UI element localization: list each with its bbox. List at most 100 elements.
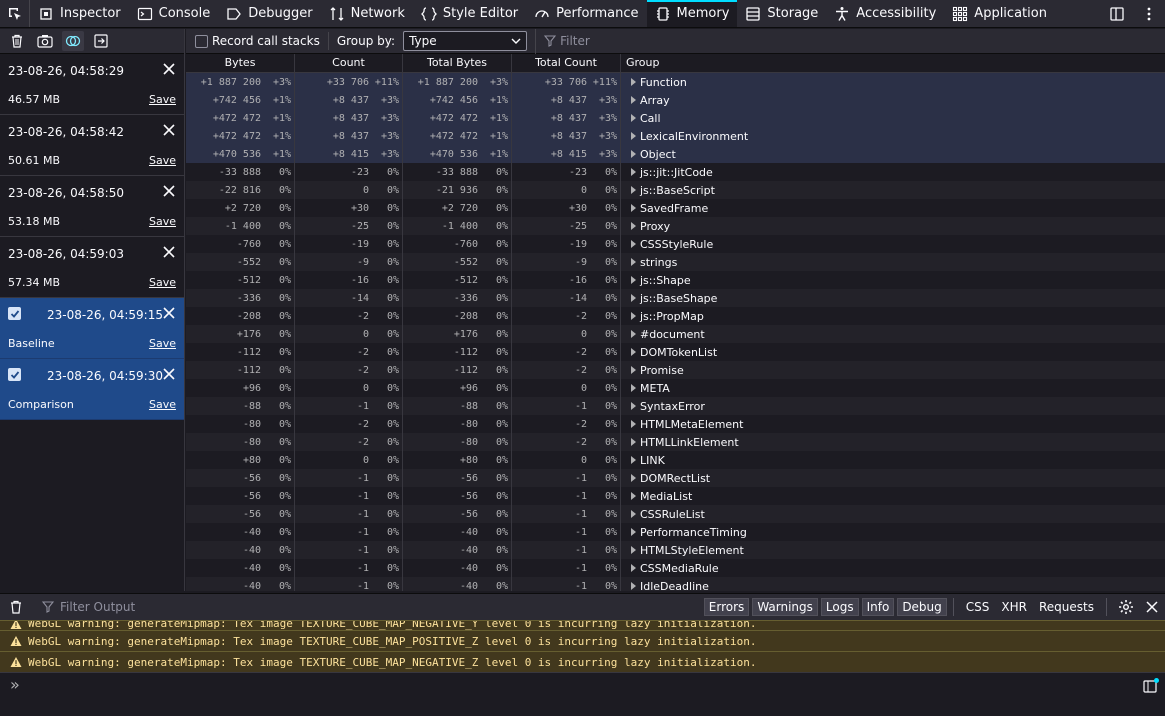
tab-storage[interactable]: Storage (737, 0, 826, 27)
record-call-stacks-toggle[interactable]: Record call stacks (195, 34, 320, 48)
table-row[interactable]: -1 400 0% -25 0% -1 400 0% -25 0% Proxy (186, 217, 1165, 235)
table-row[interactable]: +2 720 0% +30 0% +2 720 0% +30 0% SavedFrame (186, 199, 1165, 217)
record-call-stacks-checkbox[interactable] (195, 34, 208, 48)
table-row[interactable]: +176 0% 0 0% +176 0% 0 0% #document (186, 325, 1165, 343)
close-icon[interactable] (163, 368, 175, 380)
expand-arrow-icon[interactable] (631, 564, 636, 572)
table-row[interactable]: -40 0% -1 0% -40 0% -1 0% PerformanceTiming (186, 523, 1165, 541)
table-row[interactable]: -80 0% -2 0% -80 0% -2 0% HTMLLinkElement (186, 433, 1165, 451)
table-row[interactable]: -40 0% -1 0% -40 0% -1 0% CSSMediaRule (186, 559, 1165, 577)
table-row[interactable]: -80 0% -2 0% -80 0% -2 0% HTMLMetaElement (186, 415, 1165, 433)
table-row[interactable]: -33 888 0% -23 0% -33 888 0% -23 0% js::jit::Jit… (186, 163, 1165, 181)
table-row[interactable]: +96 0% 0 0% +96 0% 0 0% META (186, 379, 1165, 397)
expand-arrow-icon[interactable] (631, 546, 636, 554)
census-filter[interactable]: Filter (535, 29, 1165, 54)
snapshot-item[interactable]: 23-08-26, 04:58:42 50.61 MB Save (0, 115, 184, 176)
close-icon[interactable] (163, 246, 175, 258)
group-by-select[interactable]: Type (403, 31, 528, 51)
close-console-button[interactable] (1139, 601, 1165, 613)
table-row[interactable]: +80 0% 0 0% +80 0% 0 0% LINK (186, 451, 1165, 469)
expand-arrow-icon[interactable] (631, 348, 636, 356)
tab-application[interactable]: Application (944, 0, 1055, 27)
more-options-button[interactable] (1133, 0, 1165, 28)
snapshot-item[interactable]: 23-08-26, 04:58:50 53.18 MB Save (0, 176, 184, 237)
close-icon[interactable] (163, 307, 175, 319)
table-row[interactable]: +472 472 +1% +8 437 +3% +472 472 +1% +8 437 +3%… (186, 109, 1165, 127)
expand-arrow-icon[interactable] (631, 492, 636, 500)
column-header-total-count[interactable]: Total Count (512, 54, 621, 72)
snapshot-save-link[interactable]: Save (149, 93, 176, 106)
expand-arrow-icon[interactable] (631, 96, 636, 104)
tab-inspector[interactable]: Inspector (30, 0, 129, 27)
table-row[interactable]: -56 0% -1 0% -56 0% -1 0% MediaList (186, 487, 1165, 505)
table-row[interactable]: -56 0% -1 0% -56 0% -1 0% CSSRuleList (186, 505, 1165, 523)
table-row[interactable]: -112 0% -2 0% -112 0% -2 0% Promise (186, 361, 1165, 379)
chip-errors[interactable]: Errors (703, 598, 750, 616)
expand-arrow-icon[interactable] (631, 114, 636, 122)
console-settings-button[interactable] (1113, 599, 1139, 615)
expand-arrow-icon[interactable] (631, 510, 636, 518)
expand-arrow-icon[interactable] (631, 366, 636, 374)
editor-mode-icon[interactable] (1143, 678, 1159, 694)
column-header-bytes[interactable]: Bytes (186, 54, 295, 72)
table-row[interactable]: -56 0% -1 0% -56 0% -1 0% DOMRectList (186, 469, 1165, 487)
census-filter-input[interactable]: Filter (560, 34, 590, 48)
table-row[interactable]: -208 0% -2 0% -208 0% -2 0% js::PropMap (186, 307, 1165, 325)
tab-style-editor[interactable]: Style Editor (413, 0, 526, 27)
snapshot-save-link[interactable]: Save (149, 154, 176, 167)
column-header-count[interactable]: Count (295, 54, 403, 72)
snapshot-save-link[interactable]: Save (149, 337, 176, 350)
snapshot-item[interactable]: 23-08-26, 04:59:03 57.34 MB Save (0, 237, 184, 298)
import-snapshot-button[interactable] (90, 31, 112, 51)
expand-arrow-icon[interactable] (631, 186, 636, 194)
column-header-total-bytes[interactable]: Total Bytes (403, 54, 512, 72)
tab-debugger[interactable]: Debugger (218, 0, 320, 27)
expand-arrow-icon[interactable] (631, 168, 636, 176)
expand-arrow-icon[interactable] (631, 312, 636, 320)
tab-network[interactable]: Network (321, 0, 413, 27)
expand-arrow-icon[interactable] (631, 204, 636, 212)
expand-arrow-icon[interactable] (631, 420, 636, 428)
chip-logs[interactable]: Logs (820, 598, 859, 616)
snapshot-save-link[interactable]: Save (149, 215, 176, 228)
snapshot-item[interactable]: 23-08-26, 04:59:15 Baseline Save (0, 298, 184, 359)
dock-options-button[interactable] (1101, 0, 1133, 28)
expand-arrow-icon[interactable] (631, 132, 636, 140)
snapshot-item[interactable]: 23-08-26, 04:58:29 46.57 MB Save (0, 54, 184, 115)
expand-arrow-icon[interactable] (631, 474, 636, 482)
expand-arrow-icon[interactable] (631, 438, 636, 446)
console-input[interactable]: » (0, 672, 1165, 716)
console-filter[interactable]: Filter Output (32, 600, 701, 614)
expand-arrow-icon[interactable] (631, 222, 636, 230)
expand-arrow-icon[interactable] (631, 402, 636, 410)
table-row[interactable]: -336 0% -14 0% -336 0% -14 0% js::BaseShape (186, 289, 1165, 307)
table-row[interactable]: -760 0% -19 0% -760 0% -19 0% CSSStyleRule (186, 235, 1165, 253)
chip-debug[interactable]: Debug (897, 598, 947, 616)
table-row[interactable]: +470 536 +1% +8 415 +3% +470 536 +1% +8 415 +3%… (186, 145, 1165, 163)
expand-arrow-icon[interactable] (631, 276, 636, 284)
expand-arrow-icon[interactable] (631, 294, 636, 302)
tab-accessibility[interactable]: Accessibility (826, 0, 944, 27)
table-row[interactable]: -40 0% -1 0% -40 0% -1 0% HTMLStyleElement (186, 541, 1165, 559)
expand-arrow-icon[interactable] (631, 240, 636, 248)
snapshot-save-link[interactable]: Save (149, 398, 176, 411)
chip-xhr[interactable]: XHR (995, 600, 1033, 614)
clear-snapshots-button[interactable] (6, 31, 28, 51)
table-row[interactable]: -88 0% -1 0% -88 0% -1 0% SyntaxError (186, 397, 1165, 415)
expand-arrow-icon[interactable] (631, 528, 636, 536)
snapshot-item[interactable]: 23-08-26, 04:59:30 Comparison Save (0, 359, 184, 420)
console-filter-input[interactable]: Filter Output (60, 600, 135, 614)
expand-arrow-icon[interactable] (631, 456, 636, 464)
chip-requests[interactable]: Requests (1033, 600, 1100, 614)
snapshot-save-link[interactable]: Save (149, 276, 176, 289)
chip-warnings[interactable]: Warnings (752, 598, 818, 616)
snapshot-checkbox[interactable] (8, 368, 21, 381)
tab-memory[interactable]: Memory (646, 0, 738, 27)
close-icon[interactable] (163, 185, 175, 197)
expand-arrow-icon[interactable] (631, 258, 636, 266)
tab-performance[interactable]: Performance (526, 0, 646, 27)
chip-css[interactable]: CSS (960, 600, 996, 614)
table-row[interactable]: +472 472 +1% +8 437 +3% +472 472 +1% +8 437 +3%… (186, 127, 1165, 145)
snapshot-checkbox[interactable] (8, 307, 21, 320)
table-row[interactable]: -552 0% -9 0% -552 0% -9 0% strings (186, 253, 1165, 271)
